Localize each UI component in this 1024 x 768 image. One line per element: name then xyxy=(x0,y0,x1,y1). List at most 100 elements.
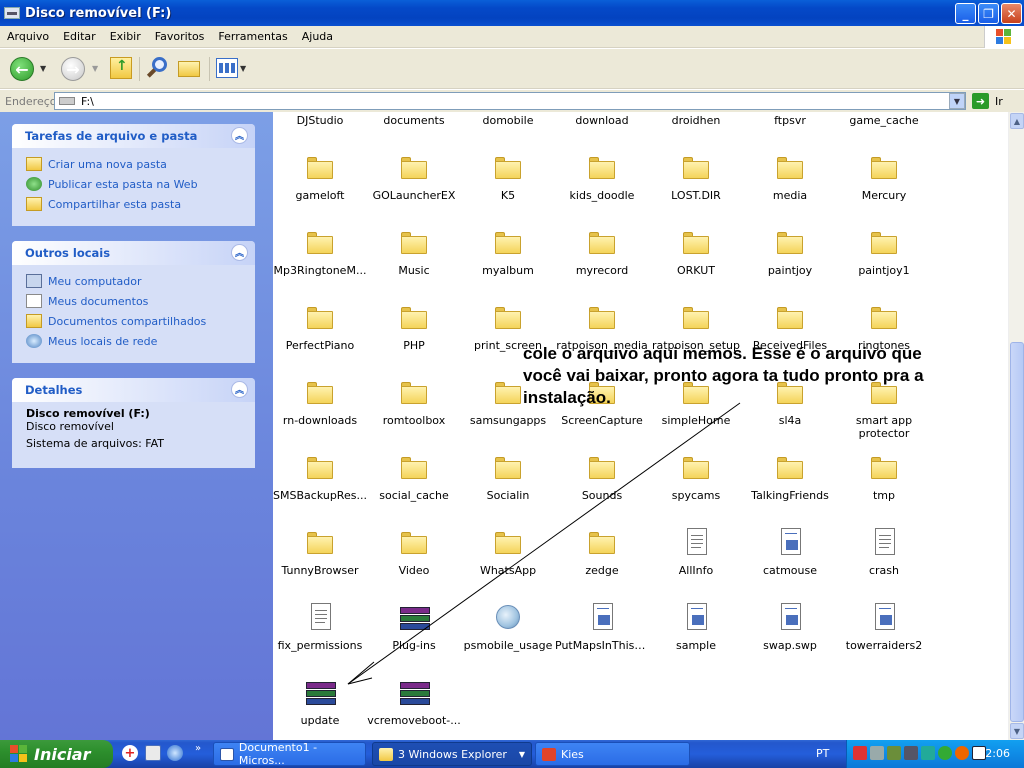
file-item[interactable]: paintjoy xyxy=(743,225,837,300)
address-dropdown-icon[interactable]: ▼ xyxy=(949,93,965,109)
collapse-icon[interactable]: ︽ xyxy=(231,244,248,261)
menu-ferramentas[interactable]: Ferramentas xyxy=(211,30,294,43)
back-button[interactable]: ← xyxy=(10,57,34,81)
quicklaunch-plus-icon[interactable]: + xyxy=(122,745,138,761)
language-indicator[interactable]: PT xyxy=(816,747,829,760)
tasks-panel-header[interactable]: Tarefas de arquivo e pasta ︽ xyxy=(12,124,255,148)
forward-dropdown-icon[interactable]: ▼ xyxy=(92,64,98,73)
file-item[interactable]: romtoolbox xyxy=(367,375,461,450)
quicklaunch-more-icon[interactable]: » xyxy=(195,743,201,754)
menu-favoritos[interactable]: Favoritos xyxy=(148,30,212,43)
file-item[interactable]: Socialin xyxy=(461,450,555,525)
place-network[interactable]: Meus locais de rede xyxy=(26,331,255,351)
up-folder-icon[interactable]: ↑ xyxy=(110,57,132,79)
minimize-button[interactable]: _ xyxy=(955,3,976,24)
back-dropdown-icon[interactable]: ▼ xyxy=(40,64,46,73)
file-item[interactable]: ftpsvr xyxy=(743,112,837,150)
file-item[interactable]: zedge xyxy=(555,525,649,600)
views-icon[interactable] xyxy=(216,58,238,78)
file-item[interactable]: droidhen xyxy=(649,112,743,150)
menu-arquivo[interactable]: Arquivo xyxy=(0,30,56,43)
file-item[interactable]: update xyxy=(273,675,367,740)
tray-update-icon[interactable] xyxy=(955,746,969,760)
go-button[interactable]: ➜ Ir xyxy=(972,93,1003,109)
forward-button[interactable]: → xyxy=(61,57,85,81)
file-item[interactable]: spycams xyxy=(649,450,743,525)
file-item[interactable]: Sounds xyxy=(555,450,649,525)
file-item[interactable]: TunnyBrowser xyxy=(273,525,367,600)
file-item[interactable]: TalkingFriends xyxy=(743,450,837,525)
file-item[interactable]: crash xyxy=(837,525,931,600)
collapse-icon[interactable]: ︽ xyxy=(231,381,248,398)
file-item[interactable]: PHP xyxy=(367,300,461,375)
file-item[interactable]: domobile xyxy=(461,112,555,150)
menu-ajuda[interactable]: Ajuda xyxy=(295,30,340,43)
tray-usb-icon[interactable] xyxy=(904,746,918,760)
tray-security-icon[interactable] xyxy=(853,746,867,760)
task-publish-web[interactable]: Publicar esta pasta na Web xyxy=(26,174,255,194)
file-item[interactable]: myalbum xyxy=(461,225,555,300)
file-item[interactable]: Music xyxy=(367,225,461,300)
file-item[interactable]: Plug-ins xyxy=(367,600,461,675)
file-item[interactable]: fix_permissions xyxy=(273,600,367,675)
file-item[interactable]: rn-downloads xyxy=(273,375,367,450)
file-item[interactable]: media xyxy=(743,150,837,225)
file-item[interactable]: PutMapsInThisF... xyxy=(555,600,649,675)
task-share-folder[interactable]: Compartilhar esta pasta xyxy=(26,194,255,214)
file-item[interactable]: vcremoveboot-... xyxy=(367,675,461,740)
close-button[interactable]: ✕ xyxy=(1001,3,1022,24)
task-windows-explorer[interactable]: 3 Windows Explorer ▼ xyxy=(372,742,532,766)
file-item[interactable]: ORKUT xyxy=(649,225,743,300)
file-item[interactable]: paintjoy1 xyxy=(837,225,931,300)
maximize-button[interactable]: ❐ xyxy=(978,3,999,24)
file-item[interactable]: LOST.DIR xyxy=(649,150,743,225)
file-item[interactable]: game_cache xyxy=(837,112,931,150)
file-item[interactable]: PerfectPiano xyxy=(273,300,367,375)
tray-network-icon[interactable] xyxy=(870,746,884,760)
vertical-scrollbar[interactable]: ▲ ▼ xyxy=(1008,112,1024,740)
file-item[interactable]: social_cache xyxy=(367,450,461,525)
tray-sync-icon[interactable] xyxy=(921,746,935,760)
scroll-down-icon[interactable]: ▼ xyxy=(1010,723,1024,739)
file-item[interactable]: AllInfo xyxy=(649,525,743,600)
file-item[interactable]: towerraiders2 xyxy=(837,600,931,675)
file-item[interactable]: SMSBackupRes... xyxy=(273,450,367,525)
file-item[interactable]: documents xyxy=(367,112,461,150)
file-item[interactable]: WhatsApp xyxy=(461,525,555,600)
collapse-icon[interactable]: ︽ xyxy=(231,127,248,144)
file-item[interactable]: tmp xyxy=(837,450,931,525)
file-item[interactable]: K5 xyxy=(461,150,555,225)
file-item[interactable]: sample xyxy=(649,600,743,675)
task-documento1[interactable]: Documento1 - Micros... xyxy=(213,741,366,767)
places-panel-header[interactable]: Outros locais ︽ xyxy=(12,241,255,265)
place-shared-documents[interactable]: Documentos compartilhados xyxy=(26,311,255,331)
file-item[interactable]: Video xyxy=(367,525,461,600)
scroll-thumb[interactable] xyxy=(1010,342,1024,722)
file-item[interactable]: download xyxy=(555,112,649,150)
scroll-up-icon[interactable]: ▲ xyxy=(1010,113,1024,129)
tray-device-icon[interactable] xyxy=(887,746,901,760)
tray-status-icon[interactable] xyxy=(938,746,952,760)
title-bar[interactable]: Disco removível (F:) _ ❐ ✕ xyxy=(0,0,1024,26)
details-panel-header[interactable]: Detalhes ︽ xyxy=(12,378,255,402)
file-item[interactable]: Mp3RingtoneM... xyxy=(273,225,367,300)
file-item[interactable]: GOLauncherEX xyxy=(367,150,461,225)
menu-exibir[interactable]: Exibir xyxy=(103,30,148,43)
views-dropdown-icon[interactable]: ▼ xyxy=(240,64,246,73)
search-icon[interactable] xyxy=(146,56,170,80)
place-my-documents[interactable]: Meus documentos xyxy=(26,291,255,311)
place-my-computer[interactable]: Meu computador xyxy=(26,271,255,291)
file-item[interactable]: myrecord xyxy=(555,225,649,300)
folders-icon[interactable] xyxy=(178,58,202,78)
quicklaunch-ie-icon[interactable] xyxy=(167,745,183,761)
start-button[interactable]: Iniciar xyxy=(0,740,113,768)
file-item[interactable]: DJStudio xyxy=(273,112,367,150)
task-kies[interactable]: Kies xyxy=(535,742,690,766)
quicklaunch-desktop-icon[interactable] xyxy=(145,745,161,761)
file-item[interactable]: gameloft xyxy=(273,150,367,225)
task-new-folder[interactable]: Criar uma nova pasta xyxy=(26,154,255,174)
file-item[interactable]: psmobile_usage xyxy=(461,600,555,675)
file-item[interactable]: kids_doodle xyxy=(555,150,649,225)
file-item[interactable]: Mercury xyxy=(837,150,931,225)
menu-editar[interactable]: Editar xyxy=(56,30,103,43)
